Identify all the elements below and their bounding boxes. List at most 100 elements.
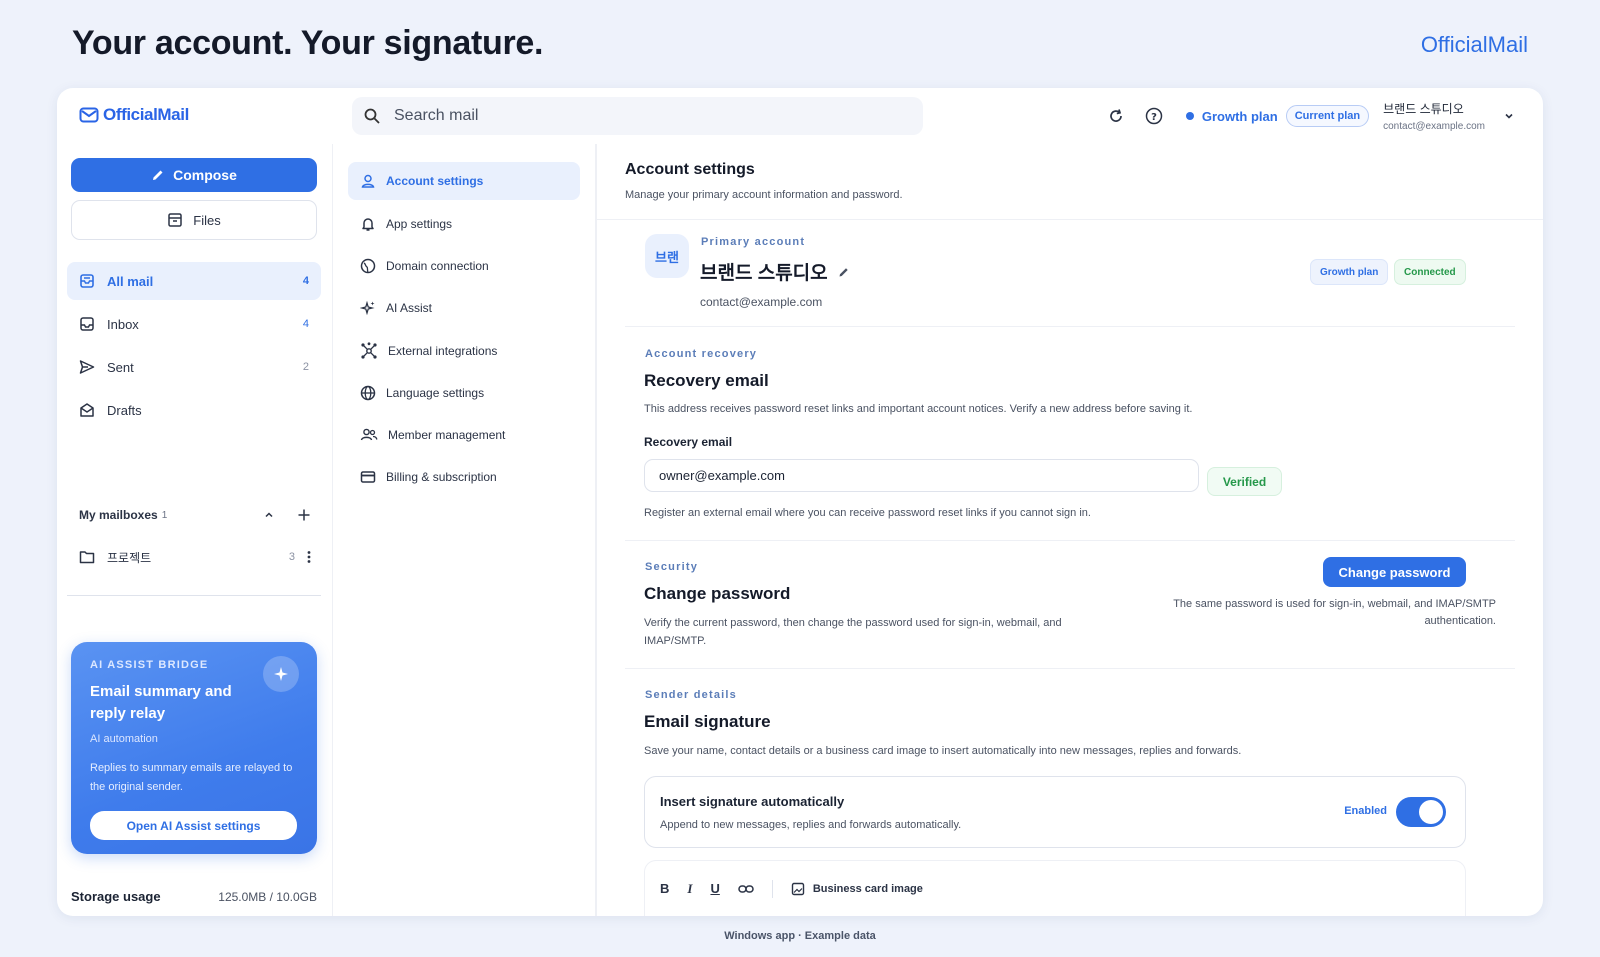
underline-button[interactable]: U: [710, 881, 719, 896]
settings-item-label: Language settings: [386, 386, 485, 400]
mailboxes-count: 1: [161, 509, 168, 521]
compose-button[interactable]: Compose: [71, 158, 317, 192]
ai-assist-card: AI ASSIST BRIDGE Email summary and reply…: [71, 642, 317, 854]
sidebar-item-label: Sent: [107, 359, 134, 375]
auto-signature-title: Insert signature automatically: [660, 794, 845, 809]
ai-card-description: Replies to summary emails are relayed to…: [90, 762, 293, 793]
sidebar-item-inbox[interactable]: Inbox 4: [67, 305, 321, 343]
search-input[interactable]: [394, 107, 874, 125]
help-button[interactable]: ?: [1140, 102, 1168, 130]
pencil-icon: [153, 170, 163, 180]
italic-button[interactable]: I: [687, 881, 692, 897]
primary-account-label: Primary account: [701, 236, 806, 248]
settings-item-ai-assist[interactable]: AI Assist: [348, 289, 580, 327]
settings-item-label: External integrations: [388, 344, 498, 358]
sidebar-item-all-mail[interactable]: All mail 4: [67, 262, 321, 300]
unread-count: 4: [302, 275, 309, 287]
account-menu[interactable]: 브랜드 스튜디오 contact@example.com: [1383, 100, 1485, 132]
user-name: 브랜드 스튜디오: [1383, 102, 1464, 116]
current-plan-badge: Current plan: [1285, 105, 1370, 127]
user-email: contact@example.com: [1383, 121, 1485, 132]
settings-nav: Account settings App settings Domain con…: [333, 144, 597, 916]
settings-item-integrations[interactable]: External integrations: [348, 332, 580, 370]
my-mailboxes-header: My mailboxes 1: [79, 508, 311, 522]
brand-wordmark: OfficialMail: [1420, 32, 1528, 57]
toggle-state-label: Enabled: [1344, 805, 1387, 817]
send-icon: [79, 360, 95, 374]
settings-item-domain[interactable]: Domain connection: [348, 247, 580, 285]
storage-label: Storage usage: [71, 889, 161, 904]
avatar: 브랜: [645, 234, 689, 278]
open-ai-assist-button[interactable]: Open AI Assist settings: [90, 811, 297, 840]
settings-item-members[interactable]: Member management: [348, 416, 580, 454]
chevron-down-icon[interactable]: [1503, 110, 1515, 122]
user-icon: [361, 174, 375, 188]
sidebar-divider: [67, 595, 321, 596]
settings-item-app[interactable]: App settings: [348, 205, 580, 243]
settings-item-label: Account settings: [386, 174, 484, 188]
sidebar-item-drafts[interactable]: Drafts: [67, 391, 321, 429]
business-card-image-button[interactable]: Business card image: [791, 882, 923, 896]
plan-status-dot: [1185, 112, 1194, 120]
recovery-email-field[interactable]: [644, 459, 1199, 492]
search-icon: [364, 108, 380, 124]
account-name-text: 브랜드 스튜디오: [700, 263, 828, 284]
settings-item-label: Billing & subscription: [386, 470, 497, 484]
toggle-knob: [1419, 800, 1443, 824]
refresh-icon: [1110, 109, 1122, 122]
sparkle-icon: [274, 667, 288, 681]
refresh-button[interactable]: [1102, 102, 1130, 130]
globe-icon: [360, 385, 376, 401]
settings-item-label: App settings: [386, 217, 453, 231]
svg-text:?: ?: [1151, 112, 1157, 123]
recovery-description: This address receives password reset lin…: [644, 403, 1193, 415]
sidebar-item-sent[interactable]: Sent 2: [67, 348, 321, 386]
page-subtitle: Manage your primary account information …: [625, 189, 903, 201]
section-divider: [625, 668, 1515, 669]
folder-count: 3: [288, 551, 295, 563]
bold-button[interactable]: B: [660, 881, 669, 896]
files-button[interactable]: Files: [71, 200, 317, 240]
settings-item-language[interactable]: Language settings: [348, 374, 580, 412]
auto-signature-toggle[interactable]: [1396, 797, 1446, 827]
settings-item-account[interactable]: Account settings: [348, 162, 580, 200]
mail-icon: [79, 107, 99, 123]
panel-header: Account settings Manage your primary acc…: [597, 144, 1543, 220]
more-vertical-icon[interactable]: [307, 550, 311, 564]
change-password-title: Change password: [644, 584, 791, 603]
members-icon: [360, 428, 378, 441]
recovery-field-label: Recovery email: [644, 435, 733, 449]
chevron-up-icon[interactable]: [263, 509, 275, 521]
files-label: Files: [193, 212, 221, 228]
all-mail-icon: [80, 274, 94, 288]
top-right-controls: ? Growth plan Current plan 브랜드 스튜디오 cont…: [1092, 96, 1515, 136]
search-bar[interactable]: [352, 97, 923, 135]
message-count: 2: [302, 361, 309, 373]
auto-signature-row: Insert signature automatically Append to…: [644, 776, 1466, 848]
mailbox-folder[interactable]: 프로젝트 3: [79, 544, 311, 570]
network-icon: [361, 342, 377, 359]
section-divider: [625, 540, 1515, 541]
archive-icon: [168, 213, 183, 227]
password-note: The same password is used for sign-in, w…: [1173, 598, 1496, 627]
add-mailbox-icon[interactable]: [297, 508, 311, 522]
change-password-description: Verify the current password, then change…: [644, 617, 1062, 647]
card-icon: [360, 471, 376, 483]
email-signature-description: Save your name, contact details or a bus…: [644, 745, 1242, 757]
link-icon[interactable]: [738, 884, 754, 894]
account-settings-panel: Account settings Manage your primary acc…: [597, 144, 1543, 916]
folder-icon: [79, 551, 95, 564]
settings-item-billing[interactable]: Billing & subscription: [348, 458, 580, 496]
globe-alt-icon: [360, 258, 376, 274]
edit-icon[interactable]: [838, 266, 850, 278]
app-logo[interactable]: OfficialMail: [79, 105, 189, 125]
app-window: OfficialMail ? Growth plan Current plan …: [57, 88, 1543, 916]
storage-usage: Storage usage 125.0MB / 10.0GB: [71, 889, 317, 904]
change-password-button[interactable]: Change password: [1323, 557, 1466, 587]
sender-section-label: Sender details: [645, 689, 737, 701]
top-bar: OfficialMail ? Growth plan Current plan …: [57, 88, 1543, 144]
compose-label: Compose: [173, 167, 237, 183]
plan-name[interactable]: Growth plan: [1202, 109, 1278, 124]
security-section-label: Security: [645, 561, 699, 573]
page-title: Account settings: [625, 161, 755, 178]
